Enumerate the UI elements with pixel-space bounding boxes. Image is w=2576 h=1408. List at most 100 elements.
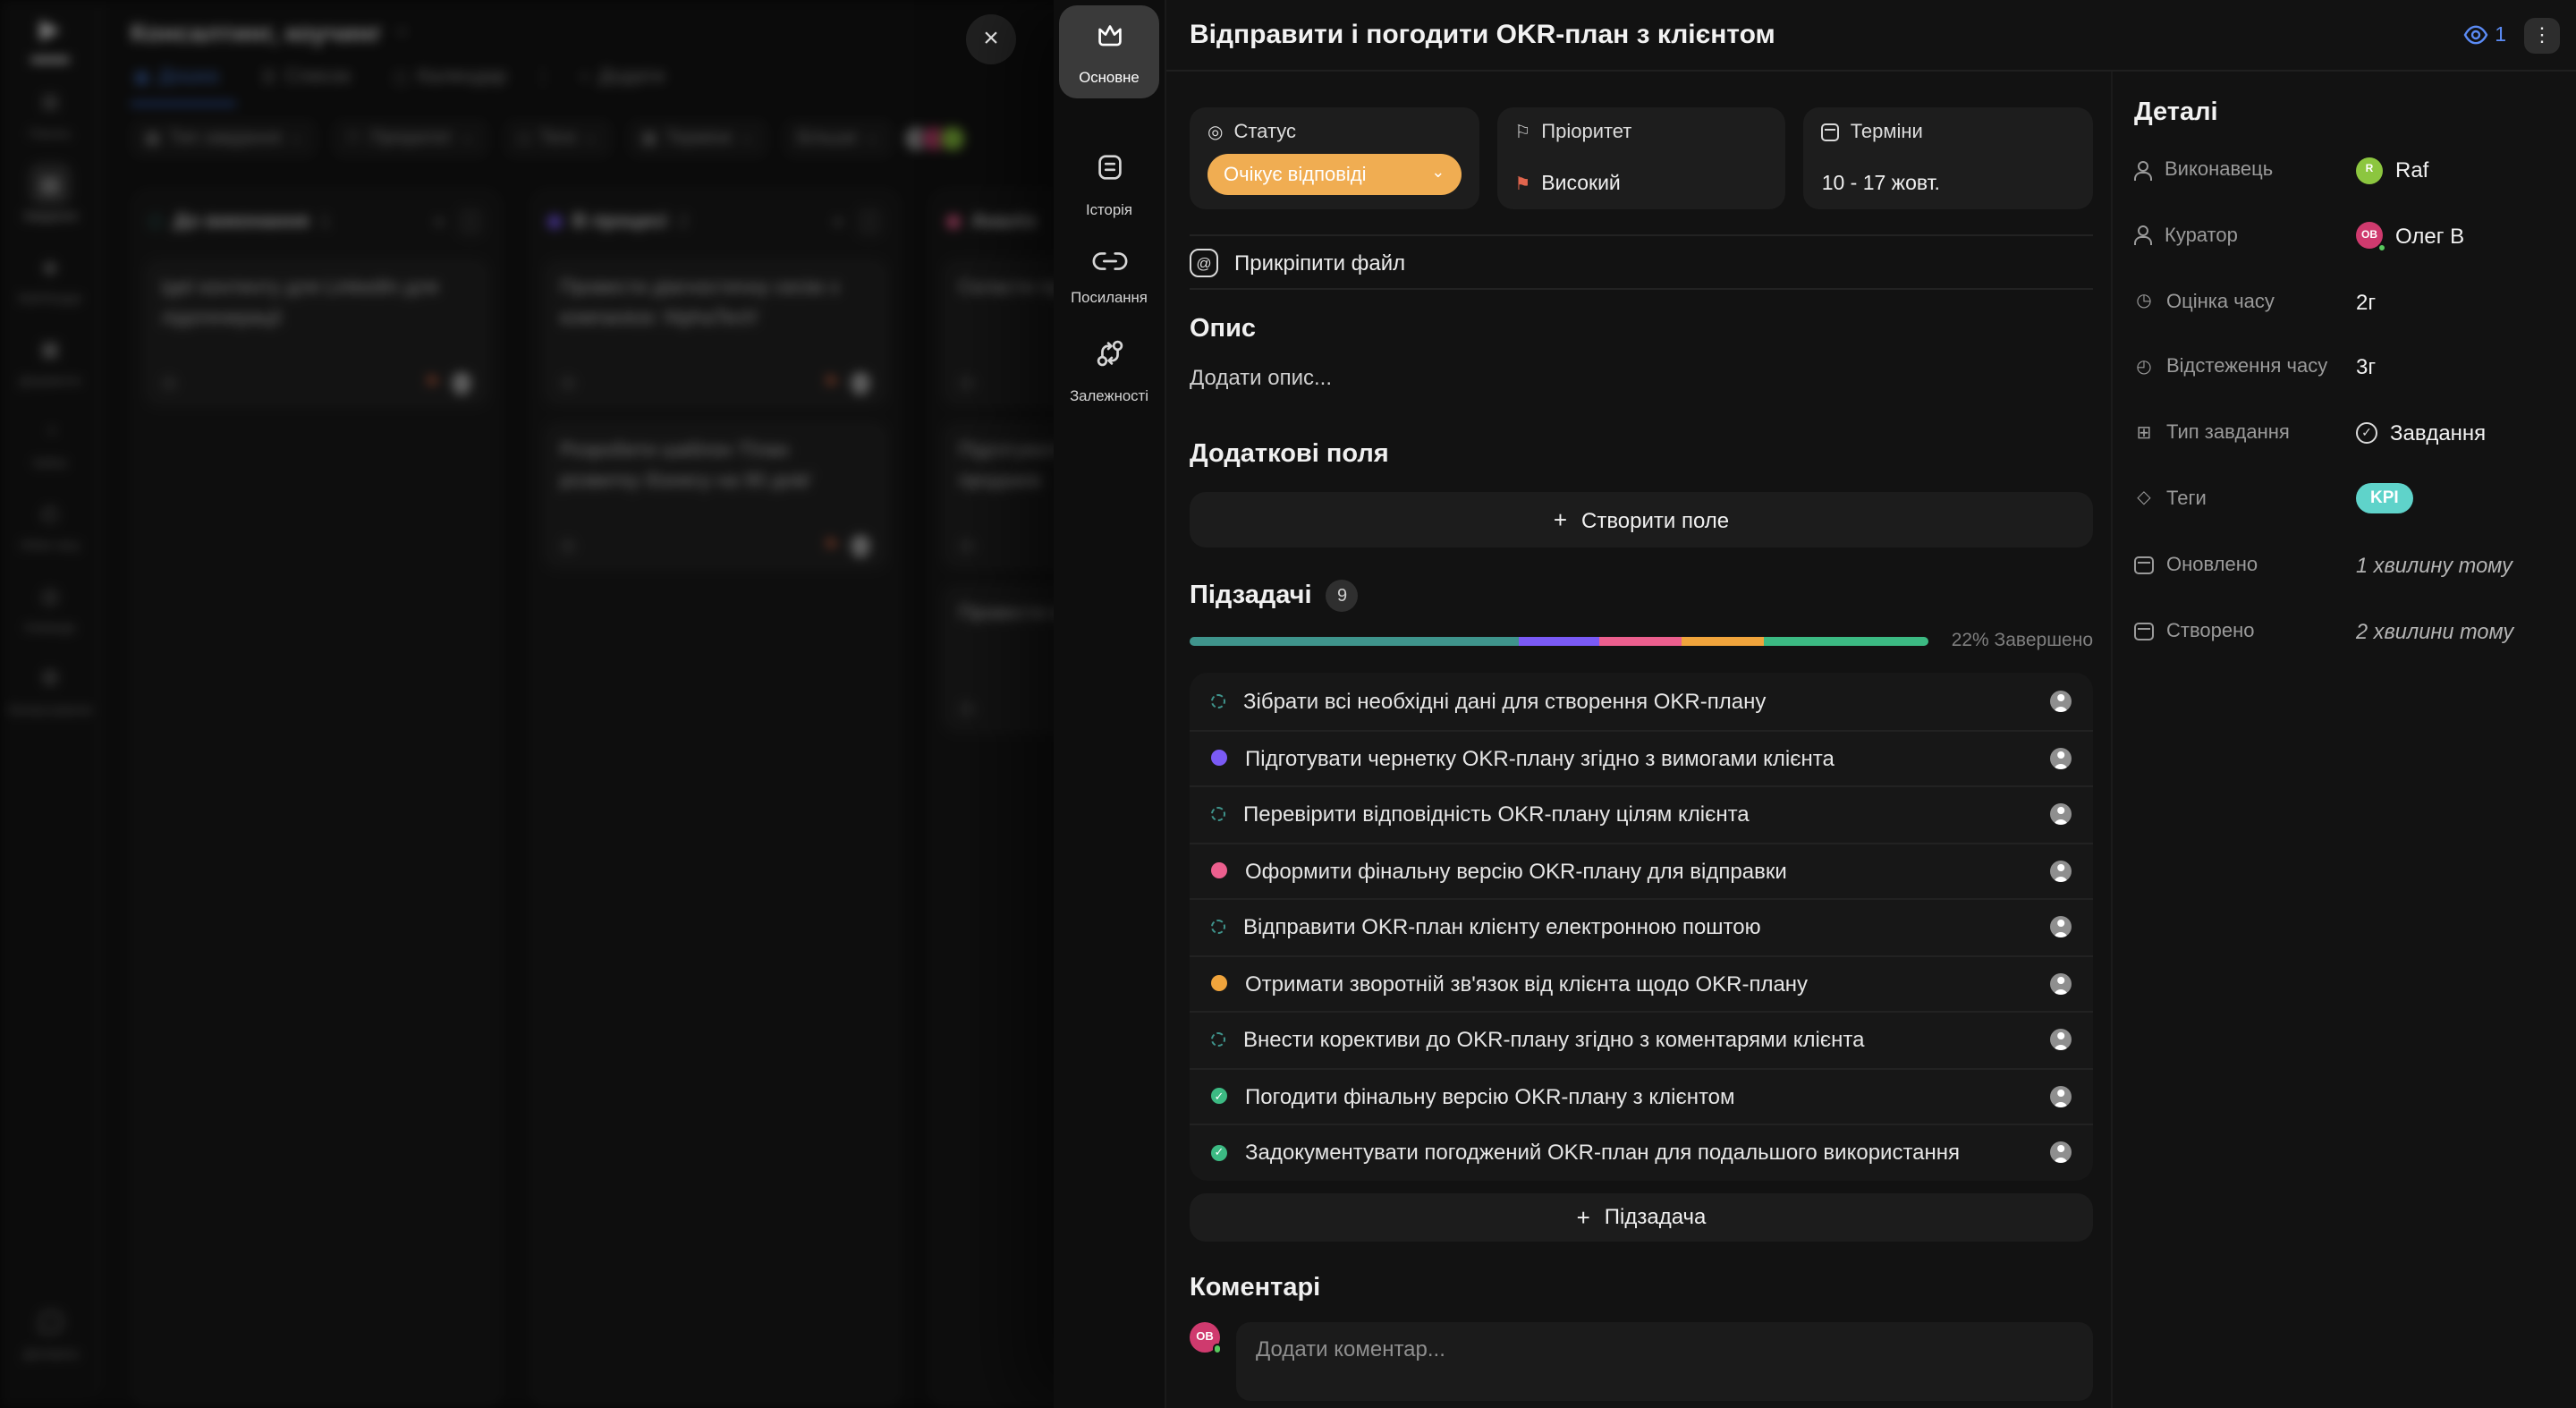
subtask-status-icon[interactable]: [1211, 863, 1227, 879]
progress-segment-waiting: [1682, 636, 1765, 645]
subtask-assignee-avatar[interactable]: [2050, 917, 2072, 938]
subtask-row[interactable]: Відправити OKR-план клієнту електронною …: [1190, 898, 2093, 954]
subtask-row[interactable]: Внести корективи до OKR-плану згідно з к…: [1190, 1011, 2093, 1067]
history-icon: [1092, 150, 1126, 193]
comments-heading: Коментарі: [1190, 1273, 2093, 1302]
status-label: ◎Статус: [1208, 122, 1461, 143]
subtask-row[interactable]: Отримати зворотній зв'язок від клієнта щ…: [1190, 954, 2093, 1011]
subtask-assignee-avatar[interactable]: [2050, 691, 2072, 712]
details-row[interactable]: ◷Оцінка часу 2г: [2134, 276, 2549, 327]
modal-nav-history[interactable]: Історія: [1086, 150, 1132, 218]
viewers-indicator[interactable]: 1: [2462, 24, 2506, 46]
subtasks-progress-bar: [1190, 636, 1928, 645]
status-card: ◎Статус Очікує відповіді ⌄: [1190, 107, 1479, 209]
dependencies-icon: [1092, 336, 1126, 379]
clock-icon: ◴: [2134, 358, 2154, 377]
subtask-status-icon[interactable]: [1211, 920, 1225, 935]
task-title: Відправити і погодити OKR-план з клієнто…: [1190, 20, 2462, 50]
status-cards-row: ◎Статус Очікує відповіді ⌄ ⚐Пріоритет ⚑В…: [1190, 107, 2093, 209]
details-row[interactable]: Створено 2 хвилини тому: [2134, 606, 2549, 656]
subtask-done-icon[interactable]: ✓: [1211, 1145, 1227, 1161]
subtask-assignee-avatar[interactable]: [2050, 973, 2072, 995]
eye-icon: [2462, 25, 2487, 45]
attach-file-button[interactable]: @ Прикріпити файл: [1190, 234, 2093, 290]
viewers-count: 1: [2495, 24, 2506, 46]
subtask-list: Зібрати всі необхідні дані для створення…: [1190, 673, 2093, 1180]
subtask-assignee-avatar[interactable]: [2050, 861, 2072, 882]
subtask-status-icon[interactable]: [1211, 1033, 1225, 1048]
modal-nav-crown[interactable]: Основне: [1059, 5, 1159, 98]
details-row[interactable]: Виконавець RRaf: [2134, 145, 2549, 195]
modal-right: Відправити і погодити OKR-план з клієнто…: [1166, 0, 2576, 1408]
subtask-assignee-avatar[interactable]: [2050, 804, 2072, 826]
chevron-down-icon: ⌄: [1431, 163, 1445, 182]
calendar-icon: [2134, 556, 2154, 574]
modal-main: ◎Статус Очікує відповіді ⌄ ⚐Пріоритет ⚑В…: [1166, 72, 2111, 1408]
progress-segment-inprogress: [1518, 636, 1600, 645]
subtask-status-icon[interactable]: [1211, 808, 1225, 822]
subtask-done-icon[interactable]: ✓: [1211, 1089, 1227, 1105]
plus-icon: +: [1577, 1203, 1590, 1230]
details-row[interactable]: Куратор OBОлег В: [2134, 211, 2549, 261]
priority-card[interactable]: ⚐Пріоритет ⚑Високий: [1496, 107, 1785, 209]
current-user-avatar: OB: [1190, 1321, 1220, 1352]
subtask-row[interactable]: Підготувати чернетку OKR-плану згідно з …: [1190, 729, 2093, 785]
person-icon: [2134, 226, 2152, 246]
details-row[interactable]: ◴Відстеження часу 3г: [2134, 343, 2549, 393]
avatar: OB: [2356, 223, 2383, 250]
subtask-assignee-avatar[interactable]: [2050, 1030, 2072, 1051]
more-menu-button[interactable]: ⋮: [2524, 17, 2560, 53]
avatar: R: [2356, 157, 2383, 183]
subtask-status-icon[interactable]: [1211, 751, 1227, 767]
paperclip-icon: @: [1190, 248, 1218, 276]
subtask-row[interactable]: Зібрати всі необхідні дані для створення…: [1190, 673, 2093, 729]
subtask-status-icon[interactable]: [1211, 694, 1225, 708]
modal-body: ◎Статус Очікує відповіді ⌄ ⚐Пріоритет ⚑В…: [1166, 72, 2576, 1408]
comment-input[interactable]: Додати коментар...: [1236, 1321, 2093, 1400]
details-row[interactable]: ◇Теги KPI: [2134, 474, 2549, 524]
details-heading: Деталі: [2134, 98, 2549, 127]
details-row[interactable]: Оновлено 1 хвилину тому: [2134, 540, 2549, 590]
subtask-status-icon[interactable]: [1211, 976, 1227, 992]
subtask-row[interactable]: Оформити фінальну версію OKR-плану для в…: [1190, 842, 2093, 898]
comment-row: OB Додати коментар...: [1190, 1321, 2093, 1400]
online-dot: [1212, 1344, 1222, 1353]
progress-segment-review: [1600, 636, 1682, 645]
flag-outline-icon: ⚐: [1514, 123, 1530, 142]
details-rows: Виконавець RRaf Куратор OBОлег В ◷Оцінка…: [2134, 145, 2549, 656]
tag-pill[interactable]: KPI: [2356, 484, 2413, 514]
modal-header: Відправити і погодити OKR-план з клієнто…: [1166, 0, 2576, 72]
subtask-assignee-avatar[interactable]: [2050, 1086, 2072, 1107]
subtask-assignee-avatar[interactable]: [2050, 748, 2072, 769]
task-modal: Основне Історія Посилання Залежності Від…: [1054, 0, 2576, 1408]
grid-icon: ⊞: [2134, 423, 2154, 443]
subtask-assignee-avatar[interactable]: [2050, 1142, 2072, 1164]
calendar-icon: [2134, 622, 2154, 640]
subtasks-progress-label: 22% Завершено: [1928, 630, 2093, 651]
screen: ▶ ⊞ Панель ▤ Завдання ◈ ВайтБорди ▣ Доку…: [0, 0, 2576, 1408]
subtask-row[interactable]: ✓ Задокументувати погоджений OKR-план дл…: [1190, 1124, 2093, 1180]
calendar-icon: [1822, 123, 1840, 141]
plus-icon: +: [1554, 506, 1567, 533]
stopwatch-icon: ◷: [2134, 292, 2154, 311]
modal-nav-link[interactable]: Посилання: [1071, 249, 1148, 306]
custom-fields-heading: Додаткові поля: [1190, 440, 2093, 469]
subtask-row[interactable]: ✓ Погодити фінальну версію OKR-плану з к…: [1190, 1067, 2093, 1124]
link-icon: [1090, 249, 1128, 281]
progress-segment-done: [1764, 636, 1928, 645]
status-dropdown[interactable]: Очікує відповіді ⌄: [1208, 154, 1461, 195]
priority-value: ⚑Високий: [1514, 174, 1767, 195]
check-circle-icon: ✓: [2356, 422, 2377, 444]
details-row[interactable]: ⊞Тип завдання ✓Завдання: [2134, 408, 2549, 458]
description-input[interactable]: Додати опис...: [1190, 365, 2093, 390]
subtasks-heading: Підзадачі: [1190, 581, 1312, 610]
priority-label: ⚐Пріоритет: [1514, 122, 1767, 143]
progress-segment-todo: [1190, 636, 1518, 645]
subtask-row[interactable]: Перевірити відповідність OKR-плану цілям…: [1190, 785, 2093, 842]
add-subtask-button[interactable]: + Підзадача: [1190, 1192, 2093, 1241]
dates-card[interactable]: Терміни 10 - 17 жовт.: [1804, 107, 2093, 209]
description-heading: Опис: [1190, 315, 2093, 344]
close-modal-button[interactable]: ×: [966, 14, 1016, 64]
modal-nav-dependencies[interactable]: Залежності: [1070, 336, 1148, 404]
create-field-button[interactable]: + Створити поле: [1190, 492, 2093, 547]
